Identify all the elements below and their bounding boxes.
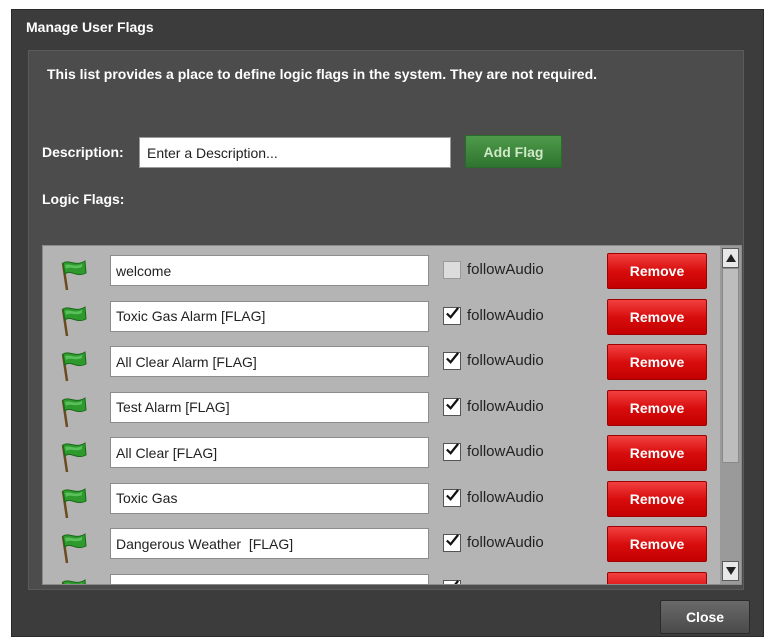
checkmark-icon: [445, 533, 460, 553]
description-input[interactable]: [139, 137, 451, 168]
flag-row: followAudio Remove: [43, 344, 719, 389]
logic-flags-label: Logic Flags:: [42, 191, 125, 207]
add-flag-button[interactable]: Add Flag: [465, 135, 562, 168]
follow-audio-checkbox[interactable]: [443, 579, 461, 584]
follow-audio-label: followAudio: [467, 261, 544, 278]
checkmark-icon: [445, 442, 460, 462]
follow-audio-checkbox[interactable]: [443, 261, 461, 279]
follow-audio-label: followAudio: [467, 443, 544, 460]
follow-audio-checkbox[interactable]: [443, 397, 461, 417]
follow-audio-label: followAudio: [467, 397, 544, 415]
scroll-up-button[interactable]: [722, 248, 739, 268]
checkmark-icon: [445, 397, 460, 417]
green-flag-icon: [55, 576, 89, 584]
green-flag-icon: [55, 348, 89, 382]
description-label: Description:: [42, 144, 124, 160]
follow-audio-checkbox[interactable]: [443, 352, 461, 370]
follow-audio-checkbox[interactable]: [443, 488, 461, 508]
remove-flag-button[interactable]: Remove: [607, 298, 707, 335]
green-flag-icon: [55, 394, 89, 428]
checkmark-icon: [445, 579, 460, 584]
follow-audio-label: followAudio: [467, 306, 544, 324]
follow-audio-label: followAudio: [467, 534, 544, 551]
green-flag-icon: [55, 485, 89, 519]
flag-row: followAudio Remove: [43, 298, 719, 344]
scroll-down-button[interactable]: [722, 561, 739, 581]
arrow-up-icon: [725, 254, 736, 262]
follow-audio-checkbox[interactable]: [443, 306, 461, 326]
close-button[interactable]: Close: [660, 600, 750, 634]
logic-flags-list[interactable]: followAudioRemovefollowAudioRemovefollow…: [42, 245, 742, 585]
checkmark-icon: [445, 306, 460, 326]
dialog-title: Manage User Flags: [26, 19, 154, 35]
intro-text: This list provides a place to define log…: [47, 66, 598, 82]
flag-row: [43, 571, 719, 584]
remove-flag-button[interactable]: Remove: [607, 253, 707, 289]
scroll-thumb[interactable]: [722, 268, 739, 463]
remove-flag-button[interactable]: Remove: [607, 526, 707, 562]
flag-name-input[interactable]: [110, 573, 429, 584]
list-scrollbar[interactable]: [720, 246, 741, 584]
flag-row: followAudio Remove: [43, 526, 719, 571]
flag-name-input[interactable]: [110, 437, 429, 468]
flag-row: followAudio Remove: [43, 435, 719, 480]
flag-name-input[interactable]: [110, 346, 429, 377]
checkmark-icon: [445, 351, 460, 371]
flag-name-input[interactable]: [110, 255, 429, 286]
follow-audio-label: followAudio: [467, 488, 544, 506]
flag-name-input[interactable]: [110, 482, 429, 514]
arrow-down-icon: [725, 567, 736, 575]
green-flag-icon: [55, 257, 89, 291]
flag-name-input[interactable]: [110, 391, 429, 423]
remove-flag-button[interactable]: Remove: [607, 389, 707, 426]
remove-flag-button[interactable]: Remove: [607, 480, 707, 517]
remove-flag-button[interactable]: Remove: [607, 344, 707, 380]
follow-audio-checkbox[interactable]: [443, 443, 461, 461]
green-flag-icon: [55, 439, 89, 473]
flag-row: followAudio Remove: [43, 480, 719, 526]
green-flag-icon: [55, 530, 89, 564]
remove-flag-button[interactable]: [607, 571, 707, 584]
green-flag-icon: [55, 303, 89, 337]
flag-row: followAudio Remove: [43, 253, 719, 298]
follow-audio-checkbox[interactable]: [443, 534, 461, 552]
follow-audio-label: followAudio: [467, 352, 544, 369]
dialog-panel: This list provides a place to define log…: [28, 50, 744, 590]
manage-user-flags-dialog: Manage User Flags This list provides a p…: [11, 9, 764, 637]
flag-name-input[interactable]: [110, 300, 429, 332]
flag-name-input[interactable]: [110, 528, 429, 559]
flag-row: followAudio Remove: [43, 389, 719, 435]
checkmark-icon: [445, 488, 460, 508]
remove-flag-button[interactable]: Remove: [607, 435, 707, 471]
